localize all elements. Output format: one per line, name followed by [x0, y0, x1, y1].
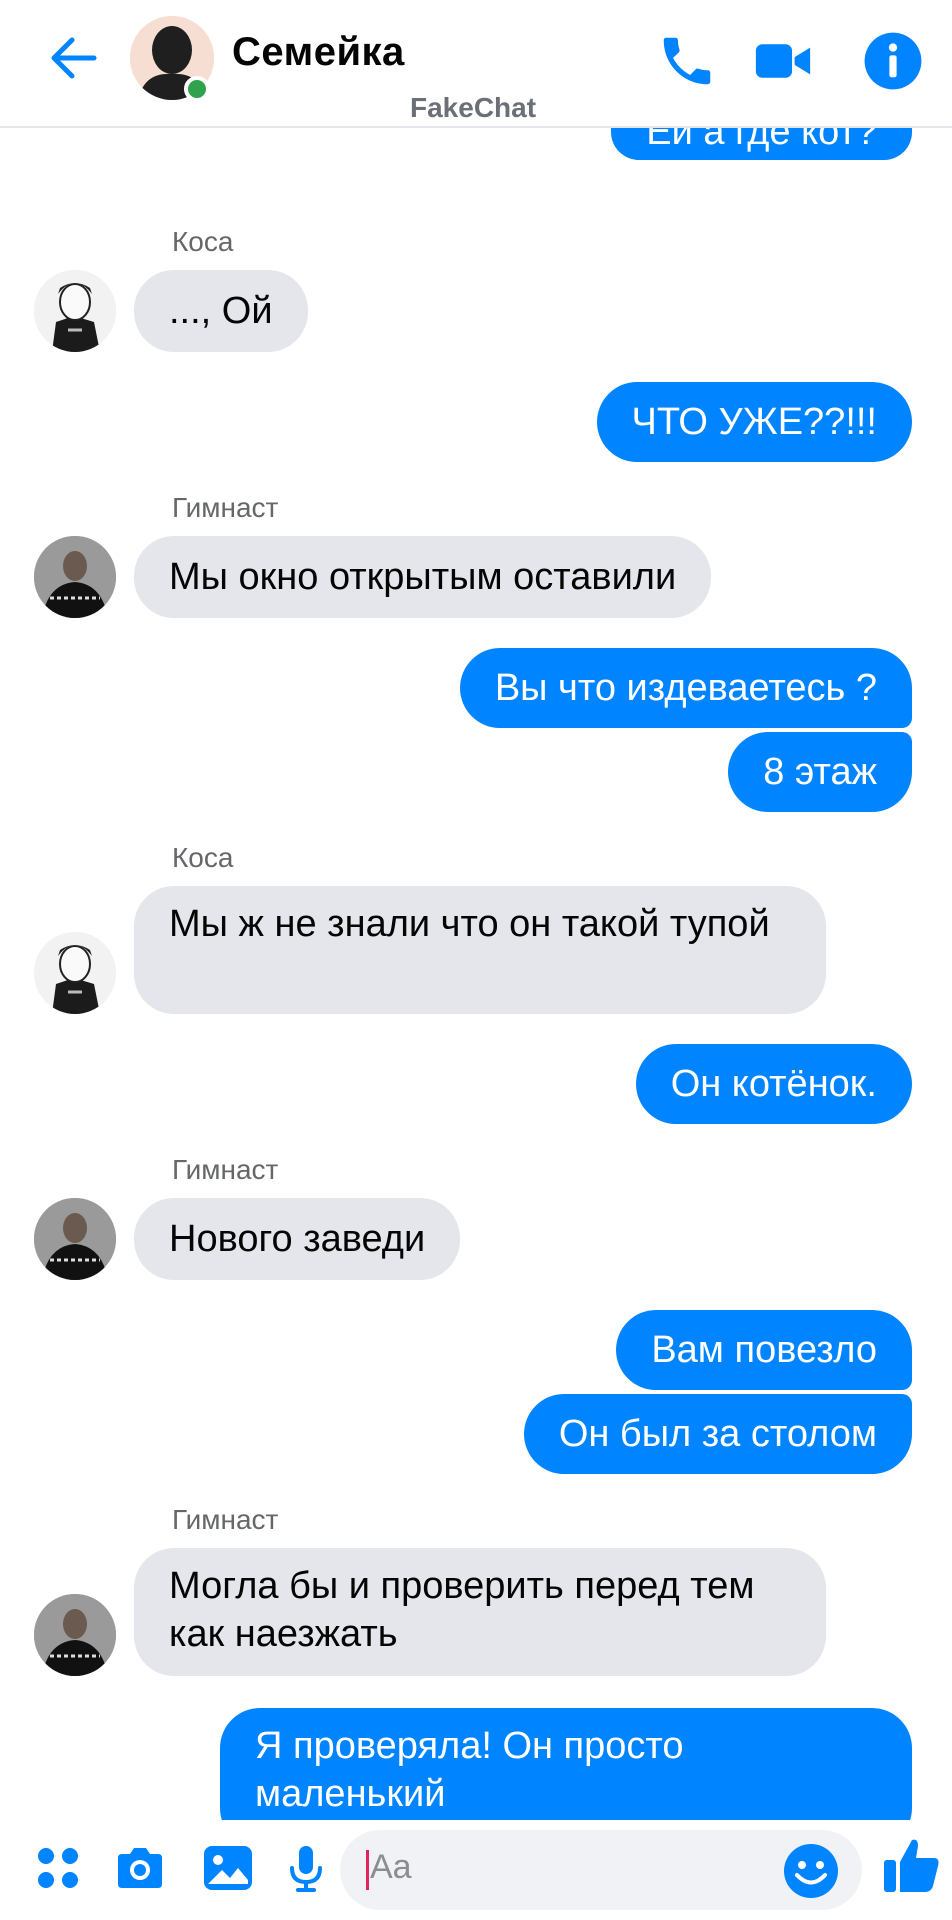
sender-avatar[interactable] [34, 932, 116, 1014]
message-bubble-outgoing[interactable]: Он котёнок. [635, 1044, 912, 1124]
message-bubble-outgoing[interactable]: Вам повезло [616, 1310, 912, 1390]
back-arrow-icon[interactable] [44, 28, 104, 88]
apps-icon[interactable] [30, 1840, 86, 1896]
microphone-icon[interactable] [278, 1840, 334, 1896]
sender-avatar[interactable] [34, 1594, 116, 1676]
text-cursor [366, 1850, 369, 1890]
message-bubble-incoming[interactable]: ..., Ой [134, 270, 308, 352]
sender-name: Гимнаст [172, 492, 279, 523]
app-watermark: FakeChat [410, 92, 537, 123]
phone-icon[interactable] [656, 30, 718, 92]
message-bubble-outgoing[interactable]: ЧТО УЖЕ??!!! [596, 382, 912, 462]
chat-header: Семейка FakeChat [0, 0, 952, 128]
message-input-placeholder: Aa [370, 1848, 412, 1886]
message-bubble-outgoing[interactable]: Он был за столом [523, 1394, 912, 1474]
sender-name: Гимнаст [172, 1504, 279, 1535]
sender-name: Гимнаст [172, 1154, 279, 1185]
message-input[interactable]: Aa [340, 1830, 862, 1910]
message-bubble-incoming[interactable]: Могла бы и проверить перед тем как наезж… [134, 1548, 826, 1676]
message-bubble-incoming[interactable]: Нового заведи [134, 1198, 461, 1280]
video-camera-icon[interactable] [752, 30, 814, 92]
chat-title[interactable]: Семейка [232, 30, 405, 75]
message-bubble-outgoing[interactable]: Вы что издеваетесь ? [459, 648, 912, 728]
sender-avatar[interactable] [34, 1198, 116, 1280]
message-bubble-incoming[interactable]: Мы ж не знали что он такой тупой [134, 886, 826, 1014]
message-bubble-outgoing[interactable]: 8 этаж [728, 732, 912, 812]
sender-avatar[interactable] [34, 536, 116, 618]
sender-name: Коса [172, 226, 234, 257]
sender-name: Коса [172, 842, 234, 873]
thumbs-up-icon[interactable] [880, 1834, 942, 1896]
image-icon[interactable] [200, 1840, 256, 1896]
message-bubble-outgoing[interactable]: Я проверяла! Он просто маленький [220, 1708, 912, 1820]
composer-bar: Aa [0, 1820, 952, 1920]
sender-avatar[interactable] [34, 270, 116, 352]
emoji-icon[interactable] [782, 1842, 840, 1900]
message-bubble-incoming[interactable]: Мы окно открытым оставили [134, 536, 712, 618]
info-icon[interactable] [862, 30, 924, 92]
message-list[interactable]: Ей а где кот? Коса ..., Ой ЧТО УЖЕ??!!! … [0, 0, 952, 1820]
online-status-dot [184, 76, 210, 102]
camera-icon[interactable] [112, 1840, 168, 1896]
